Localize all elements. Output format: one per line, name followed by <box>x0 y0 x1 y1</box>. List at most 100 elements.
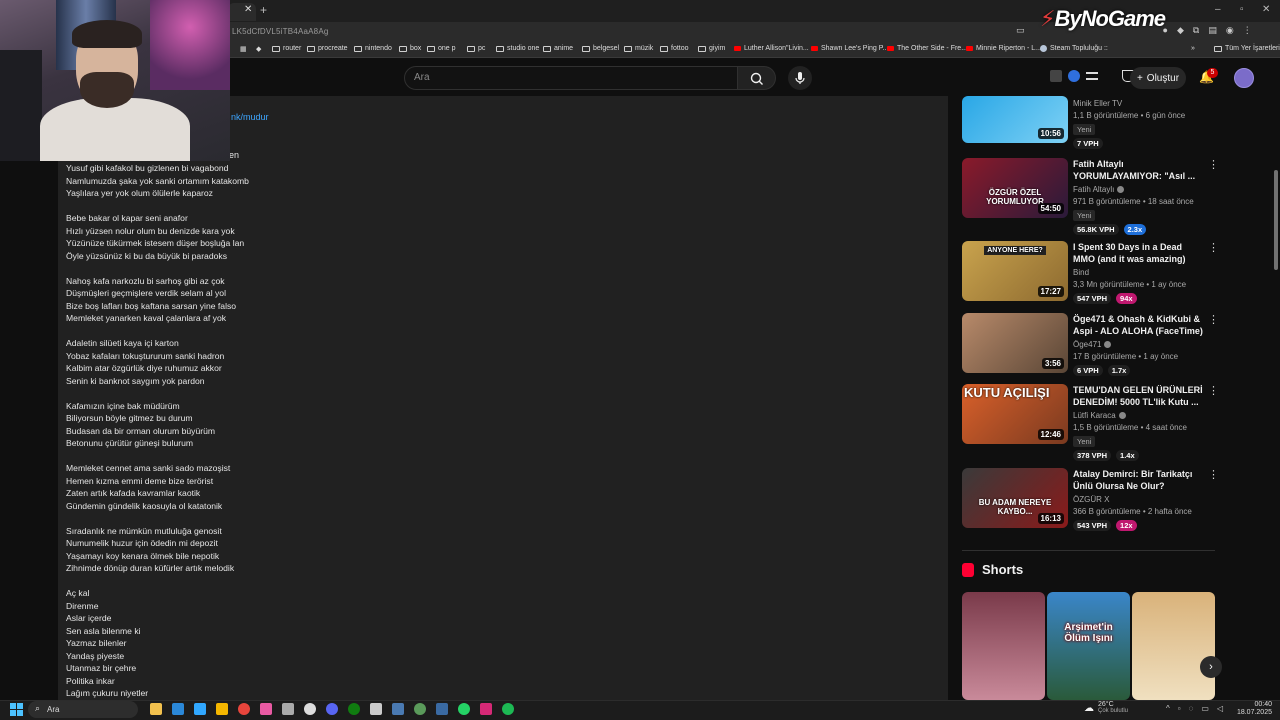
notes-icon[interactable] <box>216 703 228 715</box>
taskbar-search-input[interactable]: Ara <box>47 705 59 714</box>
store-icon[interactable] <box>172 703 184 715</box>
puzzle-icon[interactable]: ⧉ <box>1193 25 1199 36</box>
video-title[interactable]: TEMU'DAN GELEN ÜRÜNLERİ DENEDİM! 5000 TL… <box>1073 384 1203 408</box>
video-channel[interactable]: Öge471 <box>1073 340 1112 349</box>
discord-icon[interactable] <box>326 703 338 715</box>
extension-icon[interactable]: ◆ <box>1177 25 1184 36</box>
sidebar-video-card[interactable]: ÖZGÜR ÖZEL YORUMLUYOR 54:50 Fatih Altaylı … <box>962 158 1222 235</box>
video-channel[interactable]: Fatih Altaylı <box>1073 185 1125 194</box>
avatar[interactable] <box>1234 68 1254 88</box>
video-thumbnail[interactable]: ANYONE HERE? 17:27 <box>962 241 1068 301</box>
video-thumbnail[interactable]: 3:56 <box>962 313 1068 373</box>
epic-icon[interactable] <box>370 703 382 715</box>
bookmark-item[interactable]: belgesel <box>582 45 619 52</box>
video-title[interactable]: I Spent 30 Days in a Dead MMO (and it wa… <box>1073 241 1203 265</box>
bookmark-item[interactable]: Shawn Lee's Ping P... <box>811 45 888 52</box>
url-text[interactable]: LK5dCfDVL5iTB4AaA8Ag <box>232 27 329 36</box>
bookmark-item[interactable]: box <box>399 45 421 52</box>
video-thumbnail[interactable]: BU ADAM NEREYE KAYBO... 16:13 <box>962 468 1068 528</box>
video-title[interactable]: Atalay Demirci: Bir Tarikatçı Ünlü Olurs… <box>1073 468 1203 492</box>
tray-app-icon[interactable]: ◌ <box>1189 704 1194 713</box>
bookmark-item[interactable]: studio one <box>496 45 539 52</box>
bookmark-item[interactable]: procreate <box>307 45 348 52</box>
sidebar-video-card[interactable]: ANYONE HERE? 17:27 I Spent 30 Days in a De… <box>962 241 1222 304</box>
list-icon[interactable] <box>1086 72 1098 80</box>
more-options-icon[interactable]: ⋮ <box>1208 315 1219 326</box>
whatsapp-icon[interactable] <box>458 703 470 715</box>
shorts-next-button[interactable]: › <box>1200 656 1222 678</box>
window-minimize-icon[interactable]: – <box>1215 4 1221 15</box>
video-thumbnail[interactable]: ÖZGÜR ÖZEL YORUMLUYOR 54:50 <box>962 158 1068 218</box>
bookmark-item[interactable]: Steam Topluluğu :: <box>1040 45 1108 52</box>
scrollbar-thumb[interactable] <box>1274 170 1278 270</box>
more-options-icon[interactable]: ⋮ <box>1208 243 1219 254</box>
chevron-up-icon[interactable]: ^ <box>1166 704 1170 713</box>
instagram-icon[interactable] <box>480 703 492 715</box>
steam-badge-icon[interactable] <box>414 703 426 715</box>
extension-icon[interactable] <box>1068 70 1080 82</box>
spotify-icon[interactable] <box>502 703 514 715</box>
more-options-icon[interactable]: ⋮ <box>1208 386 1219 397</box>
extension-icon[interactable] <box>1050 70 1062 82</box>
taskbar-clock[interactable]: 00:40 18.07.2025 <box>1236 701 1272 717</box>
bookmark-item[interactable]: pc <box>467 45 485 52</box>
network-icon[interactable]: ▭ <box>1201 704 1209 713</box>
video-thumbnail[interactable]: KUTU AÇILIŞI 12:46 <box>962 384 1068 444</box>
windows-start-icon[interactable] <box>10 703 23 716</box>
volume-icon[interactable]: ◁ <box>1217 704 1223 713</box>
video-thumbnail[interactable]: 10:56 <box>962 96 1068 143</box>
steam-icon[interactable] <box>436 703 448 715</box>
menu-dots-icon[interactable]: ⋮ <box>1243 25 1252 36</box>
bookmark-item[interactable]: anime <box>543 45 573 52</box>
bookmark-item[interactable]: Luther Allison"Livin... <box>734 45 809 52</box>
more-options-icon[interactable]: ⋮ <box>1208 470 1219 481</box>
sidebar-video-card[interactable]: 10:56 Minik Eller TV 1,1 B görüntüleme • 6… <box>962 86 1222 149</box>
bookmark-item[interactable]: The Other Side - Fre... <box>887 45 967 52</box>
steam-icon[interactable] <box>392 703 404 715</box>
video-channel[interactable]: Bind <box>1073 268 1089 277</box>
shorts-thumbnail[interactable] <box>962 592 1045 700</box>
bookmark-item[interactable]: Minnie Riperton - L... <box>966 45 1041 52</box>
file-explorer-icon[interactable] <box>150 703 162 715</box>
video-title[interactable]: Öge471 & Ohash & KidKubi & Aspi - ALO AL… <box>1073 313 1203 337</box>
sidebar-video-card[interactable]: BU ADAM NEREYE KAYBO... 16:13 Atalay Demir… <box>962 468 1222 531</box>
window-close-icon[interactable]: ✕ <box>1262 4 1270 15</box>
more-bookmarks-icon[interactable]: » <box>1191 45 1195 52</box>
bookmark-item[interactable]: router <box>272 45 301 52</box>
description-link[interactable]: nk/mudur <box>231 112 269 122</box>
bookmark-item[interactable]: giyim <box>698 45 725 52</box>
video-channel[interactable]: Minik Eller TV <box>1073 99 1122 108</box>
sidebar-video-card[interactable]: KUTU AÇILIŞI 12:46 TEMU'DAN GELEN ÜRÜNLERİ… <box>962 384 1222 461</box>
video-channel[interactable]: Lütfi Karaca <box>1073 411 1126 420</box>
shorts-thumbnail[interactable] <box>1132 592 1215 700</box>
bookmark-item[interactable]: nintendo <box>354 45 392 52</box>
bookmark-item[interactable]: fottoo <box>660 45 689 52</box>
new-tab-icon[interactable]: + <box>260 3 267 17</box>
tool-icon[interactable] <box>282 703 294 715</box>
profile-icon[interactable]: ◉ <box>1226 25 1234 36</box>
all-bookmarks[interactable]: Tüm Yer İşaretleri <box>1214 45 1280 52</box>
sidebar-video-card[interactable]: 3:56 Öge471 & Ohash & KidKubi & Aspi - AL… <box>962 313 1222 376</box>
voice-search-button[interactable] <box>788 66 812 90</box>
search-input[interactable]: Ara <box>414 72 430 83</box>
taskbar-weather[interactable]: ☁ 26°C Çok bulutlu <box>1084 701 1128 715</box>
openai-icon[interactable] <box>304 703 316 715</box>
bookmark-icon[interactable]: ◆ <box>256 45 261 53</box>
photoshop-icon[interactable] <box>194 703 206 715</box>
pink-app-icon[interactable] <box>260 703 272 715</box>
chrome-icon[interactable] <box>238 703 250 715</box>
window-maximize-icon[interactable]: ▫ <box>1240 4 1244 15</box>
search-button[interactable] <box>738 66 776 90</box>
bookmark-apps-icon[interactable]: ▦ <box>240 45 247 53</box>
xbox-icon[interactable] <box>348 703 360 715</box>
shorts-thumbnail[interactable]: Arşimet'in Ölüm Işını <box>1047 592 1130 700</box>
tab-close-icon[interactable]: ✕ <box>244 4 252 15</box>
taskbar-search[interactable] <box>28 701 138 718</box>
video-title[interactable]: Fatih Altaylı YORUMLAYAMIYOR: "Asıl ... <box>1073 158 1203 182</box>
cast-icon[interactable]: ▭ <box>1016 25 1025 36</box>
sidebar-icon[interactable]: ▤ <box>1208 25 1217 36</box>
more-options-icon[interactable]: ⋮ <box>1208 160 1219 171</box>
tray-app-icon[interactable]: ▫ <box>1178 704 1181 713</box>
search-box[interactable] <box>404 66 738 90</box>
bookmark-item[interactable]: one p <box>427 45 456 52</box>
